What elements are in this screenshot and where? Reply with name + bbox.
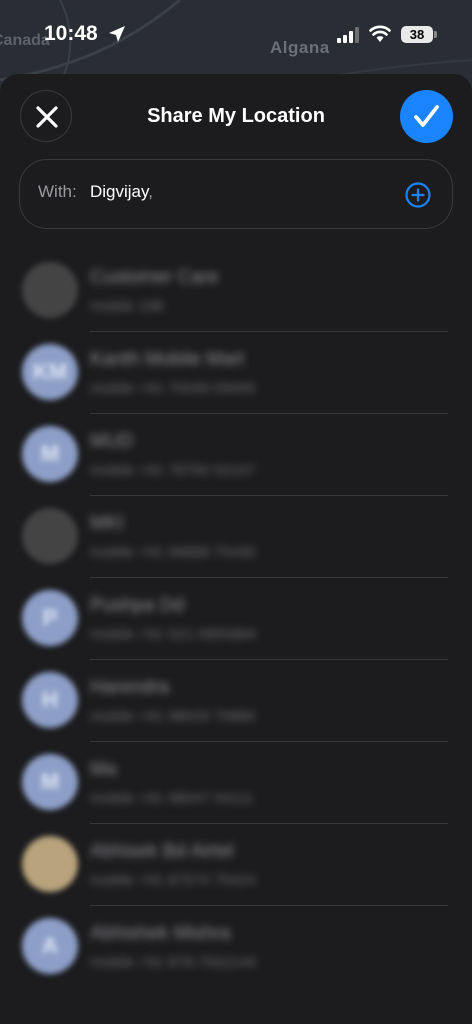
contact-row[interactable]: Customer Care mobile 198 — [0, 250, 472, 332]
contact-row[interactable]: MKI mobile +91 99888 75430 — [0, 496, 472, 578]
contact-detail: mobile +91 98047 04111 — [90, 790, 254, 807]
contact-detail: mobile 198 — [90, 298, 164, 315]
avatar: H — [22, 672, 78, 728]
checkmark-icon — [414, 105, 439, 127]
avatar — [22, 508, 78, 564]
contact-row[interactable]: KM Kanth Mobile Mart mobile +91 70046 05… — [0, 332, 472, 414]
contact-row[interactable]: Abhisek Bd Airtel mobile +91 87574 75424 — [0, 824, 472, 906]
contact-row[interactable]: A Abhishek Mishra mobile +91 878-7502144 — [0, 906, 472, 988]
contact-detail: mobile +91 87574 75424 — [90, 872, 256, 889]
avatar: M — [22, 754, 78, 810]
avatar: A — [22, 918, 78, 974]
contact-detail: mobile +91 878-7502144 — [90, 954, 257, 971]
sheet-title: Share My Location — [147, 105, 325, 127]
avatar: M — [22, 426, 78, 482]
recipient-token[interactable]: Digvijay, — [90, 182, 153, 202]
recipient-field[interactable]: With: Digvijay, — [19, 159, 453, 229]
plus-circle-icon[interactable] — [405, 182, 431, 208]
recipient-label: With: — [38, 182, 77, 201]
status-time: 10:48 — [44, 22, 98, 45]
contact-name: MKI — [90, 513, 124, 534]
contact-row[interactable]: M MUD mobile +91 78760 52107 — [0, 414, 472, 496]
contact-name: Kanth Mobile Mart — [90, 349, 245, 370]
contact-name: Pushpa Dd — [90, 595, 185, 616]
avatar — [22, 262, 78, 318]
contact-detail: mobile +91 78760 52107 — [90, 462, 256, 479]
contact-detail: mobile +91 021-0895884 — [90, 626, 257, 643]
contact-row[interactable]: H Harendra mobile +91 98029 70880 — [0, 660, 472, 742]
status-bar: 10:48 38 — [0, 0, 472, 70]
contact-name: Abhisek Bd Airtel — [90, 841, 234, 862]
close-button[interactable] — [20, 90, 72, 142]
avatar: P — [22, 590, 78, 646]
avatar: KM — [22, 344, 78, 400]
location-arrow-icon — [109, 26, 125, 42]
done-button[interactable] — [400, 90, 453, 143]
contact-detail: mobile +91 99888 75430 — [90, 544, 256, 561]
contact-row[interactable]: P Pushpa Dd mobile +91 021-0895884 — [0, 578, 472, 660]
battery-tip — [434, 31, 437, 38]
contact-name: Harendra — [90, 677, 170, 698]
close-icon — [36, 106, 58, 128]
wifi-icon — [369, 25, 391, 42]
avatar — [22, 836, 78, 892]
contact-detail: mobile +91 70046 05005 — [90, 380, 256, 397]
contact-name: Abhishek Mishra — [90, 923, 231, 944]
contact-name: MUD — [90, 431, 134, 452]
contact-name: Customer Care — [90, 267, 219, 288]
battery-indicator: 38 — [401, 26, 433, 43]
recipient-name: Digvijay — [90, 182, 149, 201]
contact-row[interactable]: M Ma mobile +91 98047 04111 — [0, 742, 472, 824]
contact-name: Ma — [90, 759, 117, 780]
cellular-signal-icon — [337, 27, 359, 43]
contact-detail: mobile +91 98029 70880 — [90, 708, 256, 725]
recipient-separator: , — [148, 182, 153, 201]
